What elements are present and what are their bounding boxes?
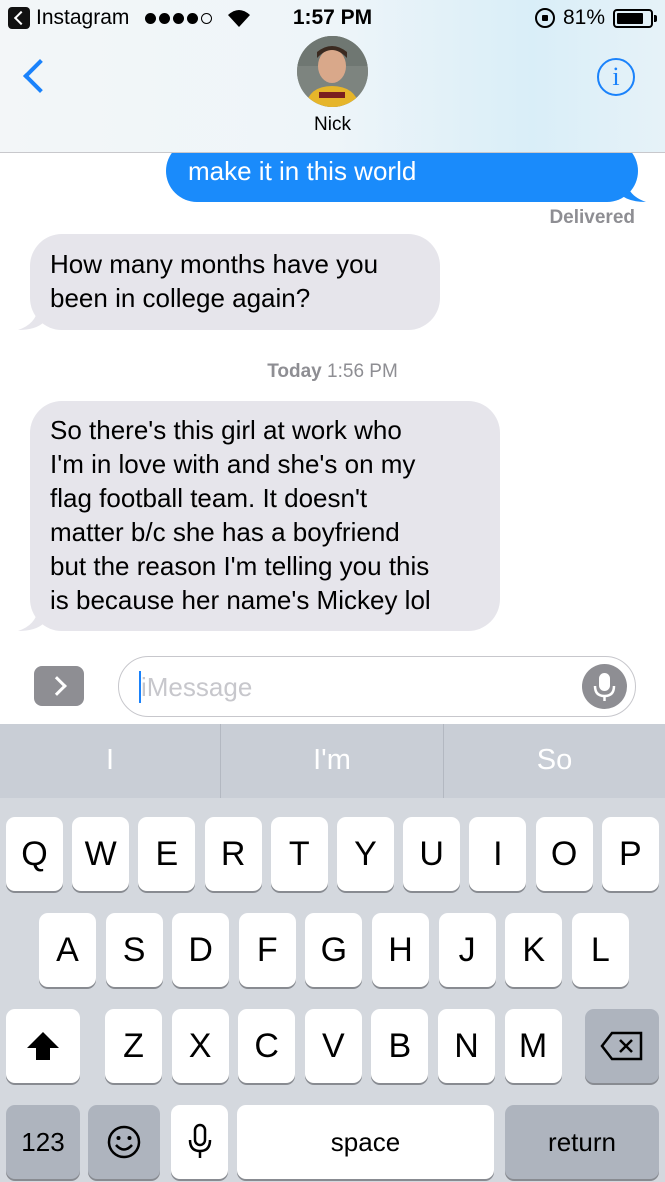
key-o[interactable]: O <box>535 817 593 891</box>
key-z[interactable]: Z <box>105 1009 162 1083</box>
prediction-2[interactable]: I'm <box>221 724 443 798</box>
key-h[interactable]: H <box>372 913 429 987</box>
rotation-lock-icon <box>534 8 555 28</box>
incoming-message[interactable]: So there's this girl at work who I'm in … <box>30 401 500 631</box>
delete-key[interactable] <box>585 1009 659 1083</box>
timestamp-day: Today <box>267 361 322 382</box>
shift-arrow-icon <box>27 1032 59 1060</box>
return-key[interactable]: return <box>505 1105 659 1179</box>
imessage-field[interactable] <box>118 656 636 717</box>
incoming-bubble-tail <box>18 609 44 631</box>
key-k[interactable]: K <box>505 913 563 987</box>
key-n[interactable]: N <box>438 1009 495 1083</box>
message-line: flag football team. It doesn't <box>50 483 368 513</box>
key-l[interactable]: L <box>571 913 629 987</box>
key-c[interactable]: C <box>238 1009 296 1083</box>
message-line: but the reason I'm telling you this <box>50 551 430 581</box>
numbers-key[interactable]: 123 <box>6 1105 80 1179</box>
info-icon[interactable]: i <box>597 58 635 96</box>
status-bar: Instagram 1:57 PM 81% <box>0 0 665 36</box>
avatar[interactable] <box>297 36 368 107</box>
emoji-key[interactable] <box>88 1105 160 1179</box>
delivered-status: Delivered <box>549 207 635 228</box>
key-area: Q W E R T Y U I O P A S D F G H J K L Z X C V B N M 123 space return <box>0 798 665 1182</box>
key-m[interactable]: M <box>504 1009 562 1083</box>
prediction-3[interactable]: So <box>444 724 665 798</box>
key-p[interactable]: P <box>601 817 659 891</box>
message-line: matter b/c she has a boyfriend <box>50 517 400 547</box>
emoji-icon <box>107 1125 141 1159</box>
key-u[interactable]: U <box>403 817 461 891</box>
keyboard: I I'm So Q W E R T Y U I O P A S D F G H J K L Z X C V B N M 123 sp… <box>0 724 665 1182</box>
predictive-bar: I I'm So <box>0 724 665 798</box>
message-line: How many months have you <box>50 249 379 279</box>
message-line: been in college again? <box>50 283 311 313</box>
key-b[interactable]: B <box>371 1009 429 1083</box>
key-w[interactable]: W <box>72 817 130 891</box>
shift-key[interactable] <box>6 1009 80 1083</box>
backspace-icon <box>600 1031 643 1061</box>
key-d[interactable]: D <box>172 913 230 987</box>
microphone-icon <box>188 1123 211 1158</box>
battery-percent: 81% <box>562 6 605 29</box>
key-x[interactable]: X <box>171 1009 229 1083</box>
key-s[interactable]: S <box>105 913 163 987</box>
key-i[interactable]: I <box>469 817 527 891</box>
key-t[interactable]: T <box>270 817 328 891</box>
incoming-bubble-tail <box>18 308 44 330</box>
outgoing-bubble-tail <box>620 180 646 202</box>
key-e[interactable]: E <box>138 817 196 891</box>
battery-icon <box>613 8 657 28</box>
key-g[interactable]: G <box>305 913 363 987</box>
message-line: is because her name's Mickey lol <box>50 585 431 615</box>
incoming-message[interactable]: How many months have you been in college… <box>30 234 440 330</box>
key-v[interactable]: V <box>304 1009 362 1083</box>
key-a[interactable]: A <box>39 913 96 987</box>
key-j[interactable]: J <box>438 913 496 987</box>
dictation-button[interactable] <box>582 664 627 709</box>
message-line: I'm in love with and she's on my <box>50 449 416 479</box>
key-f[interactable]: F <box>238 913 296 987</box>
message-input[interactable] <box>141 669 561 705</box>
message-timestamp: Today 1:56 PM <box>0 361 665 383</box>
space-key[interactable]: space <box>237 1105 494 1179</box>
contact-name[interactable]: Nick <box>0 114 665 136</box>
key-y[interactable]: Y <box>337 817 394 891</box>
microphone-icon <box>593 673 616 701</box>
avatar-photo <box>297 36 368 107</box>
prediction-1[interactable]: I <box>0 724 220 798</box>
key-q[interactable]: Q <box>6 817 63 891</box>
apps-expand-button[interactable] <box>34 666 84 706</box>
message-line: So there's this girl at work who <box>50 415 402 445</box>
dictation-key[interactable] <box>171 1105 228 1179</box>
back-button[interactable] <box>18 56 58 96</box>
status-right: 81% <box>534 6 657 30</box>
key-r[interactable]: R <box>204 817 262 891</box>
timestamp-time: 1:56 PM <box>327 361 398 382</box>
